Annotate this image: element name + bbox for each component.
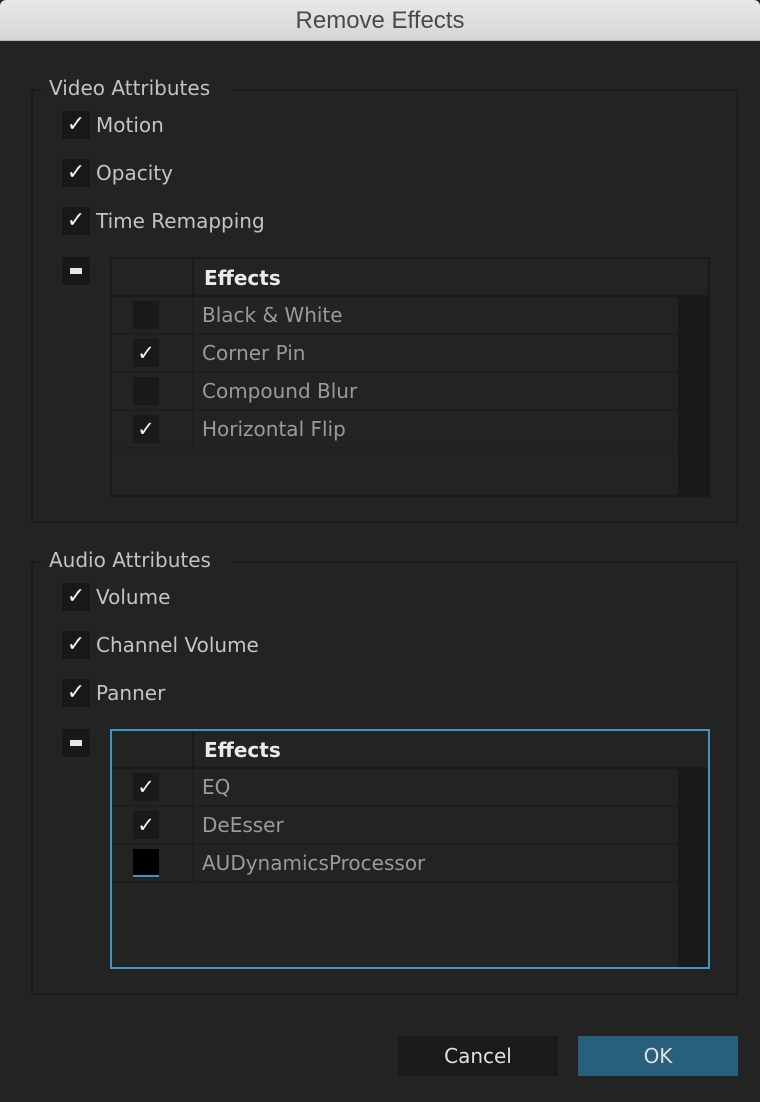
table-row[interactable]: ✓ Horizontal Flip — [112, 411, 678, 449]
audio-effects-table: Effects ✓ EQ ✓ DeEsser AUDynamicsProcess… — [110, 729, 710, 969]
scrollbar[interactable] — [678, 769, 708, 967]
audio-attributes-legend: Audio Attributes — [41, 547, 233, 573]
volume-checkbox[interactable]: ✓ Volume — [62, 583, 170, 611]
effect-name: Horizontal Flip — [202, 417, 346, 441]
checkbox-label: Time Remapping — [96, 209, 265, 233]
check-icon: ✓ — [62, 111, 90, 139]
effect-checkbox[interactable] — [133, 377, 159, 405]
effect-checkbox[interactable] — [133, 849, 159, 877]
table-row[interactable]: ✓ EQ — [112, 769, 678, 807]
checkbox-label: Volume — [96, 585, 171, 609]
video-effects-table: Effects Black & White ✓ Corner Pin Compo… — [110, 257, 710, 497]
opacity-checkbox[interactable]: ✓ Opacity — [62, 159, 173, 187]
effect-checkbox[interactable]: ✓ — [133, 773, 159, 801]
ok-button[interactable]: OK — [578, 1036, 738, 1076]
check-icon: ✓ — [62, 631, 90, 659]
video-attributes-legend: Video Attributes — [41, 75, 233, 101]
check-icon: ✓ — [62, 159, 90, 187]
table-row[interactable]: Compound Blur — [112, 373, 678, 411]
audio-effects-collapse-button[interactable] — [62, 729, 90, 757]
check-icon: ✓ — [62, 679, 90, 707]
table-header: Effects — [112, 731, 708, 769]
effects-column-header[interactable]: Effects — [194, 259, 281, 295]
effect-name: AUDynamicsProcessor — [202, 851, 426, 875]
checkbox-label: Panner — [96, 681, 166, 705]
effect-checkbox[interactable]: ✓ — [133, 415, 159, 443]
panner-checkbox[interactable]: ✓ Panner — [62, 679, 165, 707]
video-effects-collapse-button[interactable] — [62, 257, 90, 285]
effect-name: EQ — [202, 775, 231, 799]
check-icon: ✓ — [62, 583, 90, 611]
time-remapping-checkbox[interactable]: ✓ Time Remapping — [62, 207, 265, 235]
effect-checkbox[interactable]: ✓ — [133, 811, 159, 839]
effect-name: Corner Pin — [202, 341, 306, 365]
effect-name: Black & White — [202, 303, 343, 327]
motion-checkbox[interactable]: ✓ Motion — [62, 111, 164, 139]
table-row[interactable]: ✓ Corner Pin — [112, 335, 678, 373]
effect-name: DeEsser — [202, 813, 284, 837]
effect-name: Compound Blur — [202, 379, 358, 403]
table-header: Effects — [112, 259, 708, 297]
check-icon: ✓ — [62, 207, 90, 235]
video-attributes-group: Video Attributes ✓ Motion ✓ Opacity ✓ Ti… — [31, 75, 738, 523]
effects-column-header[interactable]: Effects — [194, 731, 281, 767]
table-row[interactable]: Black & White — [112, 297, 678, 335]
effect-checkbox[interactable] — [133, 301, 159, 329]
checkbox-label: Opacity — [96, 161, 173, 185]
scrollbar[interactable] — [678, 297, 708, 495]
channel-volume-checkbox[interactable]: ✓ Channel Volume — [62, 631, 259, 659]
minus-icon — [70, 740, 82, 746]
audio-attributes-group: Audio Attributes ✓ Volume ✓ Channel Volu… — [31, 547, 738, 995]
effect-checkbox[interactable]: ✓ — [133, 339, 159, 367]
dialog-title: Remove Effects — [0, 0, 760, 41]
checkbox-label: Motion — [96, 113, 164, 137]
table-row[interactable]: ✓ DeEsser — [112, 807, 678, 845]
table-row[interactable]: AUDynamicsProcessor — [112, 845, 678, 883]
cancel-button[interactable]: Cancel — [398, 1036, 558, 1076]
checkbox-label: Channel Volume — [96, 633, 259, 657]
minus-icon — [70, 268, 82, 274]
